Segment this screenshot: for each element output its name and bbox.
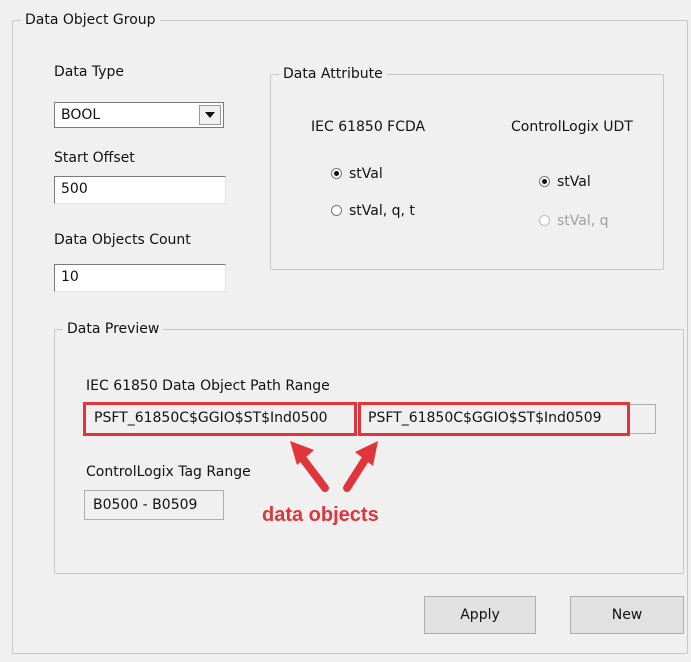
controllogix-tag-range-label: ControlLogix Tag Range [86, 464, 251, 480]
arrow-left-icon [290, 441, 378, 492]
new-button[interactable]: New [570, 596, 684, 634]
data-objects-annotation: data objects [262, 504, 379, 526]
data-object-dialog: Data Object Group Data Type BOOL Start O… [0, 0, 691, 662]
apply-button[interactable]: Apply [424, 596, 536, 634]
controllogix-tag-range-field: B0500 - B0509 [84, 490, 224, 520]
arrow-right-shaft [343, 451, 372, 492]
arrow-left-shaft [296, 451, 329, 492]
